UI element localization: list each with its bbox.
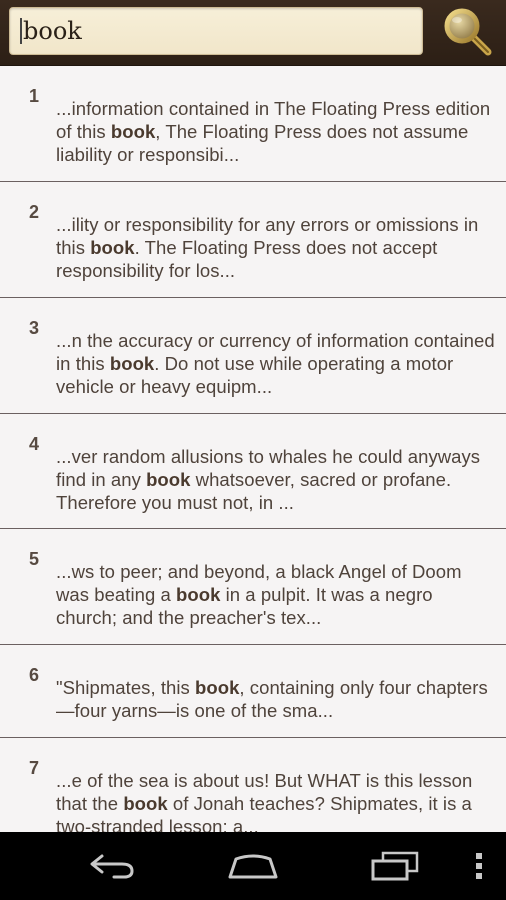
match-highlight: book <box>110 121 156 142</box>
list-item[interactable]: 5 ...ws to peer; and beyond, a black Ang… <box>0 529 506 645</box>
match-highlight: book <box>90 237 135 258</box>
result-number: 3 <box>29 318 40 338</box>
list-item[interactable]: 1 ...information contained in The Floati… <box>0 66 506 182</box>
list-item[interactable]: 3 ...n the accuracy or currency of infor… <box>0 298 506 414</box>
home-icon <box>228 854 278 879</box>
result-number: 1 <box>29 86 40 106</box>
overflow-menu-button[interactable] <box>466 842 492 890</box>
match-highlight: book <box>109 353 155 374</box>
result-snippet: ...information contained in The Floating… <box>56 98 491 165</box>
result-snippet: ...ws to peer; and beyond, a black Angel… <box>56 561 462 628</box>
text-cursor <box>20 18 22 44</box>
match-highlight: book <box>176 584 221 605</box>
overflow-menu-icon <box>476 853 482 879</box>
home-button[interactable] <box>218 842 288 890</box>
match-highlight: book <box>195 677 240 698</box>
recent-apps-button[interactable] <box>360 842 430 890</box>
result-number: 6 <box>29 665 40 685</box>
result-snippet: ...n the accuracy or currency of informa… <box>56 330 495 397</box>
search-button[interactable] <box>438 4 498 60</box>
back-button[interactable] <box>78 842 148 890</box>
result-snippet: ...ver random allusions to whales he cou… <box>56 446 481 513</box>
list-item[interactable]: 4 ...ver random allusions to whales he c… <box>0 414 506 529</box>
result-number: 4 <box>29 434 40 454</box>
result-number: 7 <box>29 758 40 778</box>
result-snippet: ...ility or responsibility for any error… <box>56 214 479 281</box>
result-snippet: ...e of the sea is about us! But WHAT is… <box>56 770 473 832</box>
result-snippet: "Shipmates, this book, containing only f… <box>56 677 488 721</box>
search-toolbar: book <box>0 0 506 66</box>
search-input[interactable]: book <box>9 7 423 55</box>
search-results-list[interactable]: 1 ...information contained in The Floati… <box>0 66 506 832</box>
search-query-text: book <box>23 17 82 45</box>
match-highlight: book <box>146 469 191 490</box>
list-item[interactable]: 2 ...ility or responsibility for any err… <box>0 182 506 298</box>
back-icon <box>90 854 134 879</box>
system-navigation-bar <box>0 832 506 900</box>
list-item[interactable]: 6 "Shipmates, this book, containing only… <box>0 645 506 738</box>
match-highlight: book <box>123 793 168 814</box>
magnifier-icon <box>444 8 492 56</box>
recent-apps-icon <box>371 851 419 881</box>
list-item[interactable]: 7 ...e of the sea is about us! But WHAT … <box>0 738 506 832</box>
result-number: 2 <box>29 202 40 222</box>
result-number: 5 <box>29 549 40 569</box>
